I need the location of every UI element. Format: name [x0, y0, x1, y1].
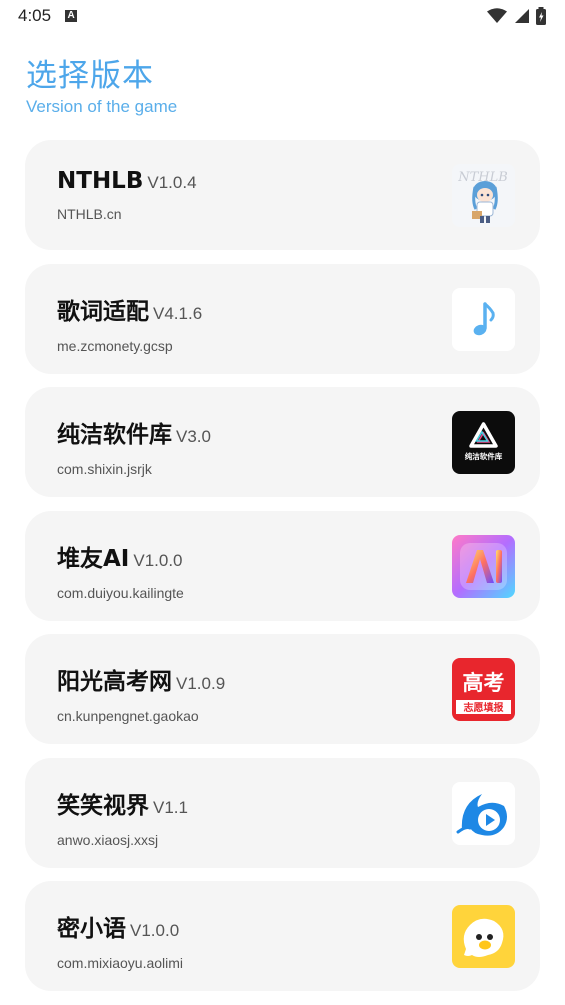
version-card-duiyou-ai[interactable]: 堆友AI V1.0.0 com.duiyou.kailingte: [25, 510, 540, 621]
app-version: V1.0.4: [147, 173, 197, 192]
app-version: V1.0.0: [133, 550, 183, 570]
version-card-xiaoxiao[interactable]: 笑笑视界 V1.1 anwo.xiaosj.xxsj: [25, 757, 540, 868]
app-version: V4.1.6: [153, 303, 203, 323]
app-version: V1.0.9: [176, 674, 226, 693]
app-version: V3.0: [176, 427, 211, 446]
music-note-icon: [452, 287, 515, 351]
app-package: anwo.xiaosj.xxsj: [57, 831, 159, 848]
gaokao-icon: 高考 志愿填报: [452, 658, 515, 721]
page-title: 选择版本: [26, 58, 154, 94]
page-subtitle: Version of the game: [26, 97, 178, 116]
app-version: V1.1: [153, 797, 188, 817]
version-card-chunjie[interactable]: 纯洁软件库 V3.0 com.shixin.jsrjk 纯洁软件库: [25, 387, 540, 497]
app-package: me.zcmonety.gcsp: [57, 337, 173, 354]
icon-lettering: 高考: [463, 671, 505, 695]
app-package: com.mixiaoyu.aolimi: [57, 955, 184, 971]
app-package: com.shixin.jsrjk: [57, 461, 152, 477]
battery-icon: [536, 7, 546, 25]
icon-sublettering: 志愿填报: [464, 701, 504, 714]
yellow-ghost-mascot-icon: [452, 905, 515, 968]
version-card-nthlb[interactable]: NTHLB V1.0.4 NTHLB.cn NTHLB: [25, 140, 540, 250]
app-name: 堆友AI: [57, 545, 130, 572]
status-bar: 4:05 A: [0, 0, 565, 32]
header: 选择版本 Version of the game: [26, 56, 177, 117]
app-name: 纯洁软件库: [57, 422, 172, 448]
app-package: cn.kunpengnet.gaokao: [57, 708, 199, 724]
app-version: V1.0.0: [130, 921, 180, 940]
signal-icon: [515, 9, 529, 23]
app-name: NTHLB: [57, 168, 144, 194]
app-package: NTHLB.cn: [57, 206, 122, 222]
notification-a-icon: A: [65, 10, 78, 22]
version-card-mixiaoyu[interactable]: 密小语 V1.0.0 com.mixiaoyu.aolimi: [25, 881, 540, 991]
version-card-gaokao[interactable]: 阳光高考网 V1.0.9 cn.kunpengnet.gaokao 高考 志愿填…: [25, 634, 540, 744]
nthlb-anime-character-icon: NTHLB: [452, 164, 515, 227]
duiyou-ai-icon: [452, 534, 515, 598]
app-name: 密小语: [57, 916, 126, 942]
app-package: com.duiyou.kailingte: [57, 584, 184, 601]
app-name: 阳光高考网: [57, 669, 172, 695]
icon-lettering: 纯洁软件库: [465, 451, 503, 461]
app-name: 歌词适配: [57, 298, 149, 325]
wifi-icon: [487, 8, 507, 23]
app-name: 笑笑视界: [57, 792, 149, 819]
status-time: 4:05: [18, 6, 52, 25]
chunjie-software-library-icon: 纯洁软件库: [452, 411, 515, 474]
version-card-gecishipei[interactable]: 歌词适配 V4.1.6 me.zcmonety.gcsp: [25, 263, 540, 374]
version-list: NTHLB V1.0.4 NTHLB.cn NTHLB 歌词适配 V4.1.6 …: [25, 140, 540, 1005]
play-dolphin-icon: [452, 781, 515, 845]
